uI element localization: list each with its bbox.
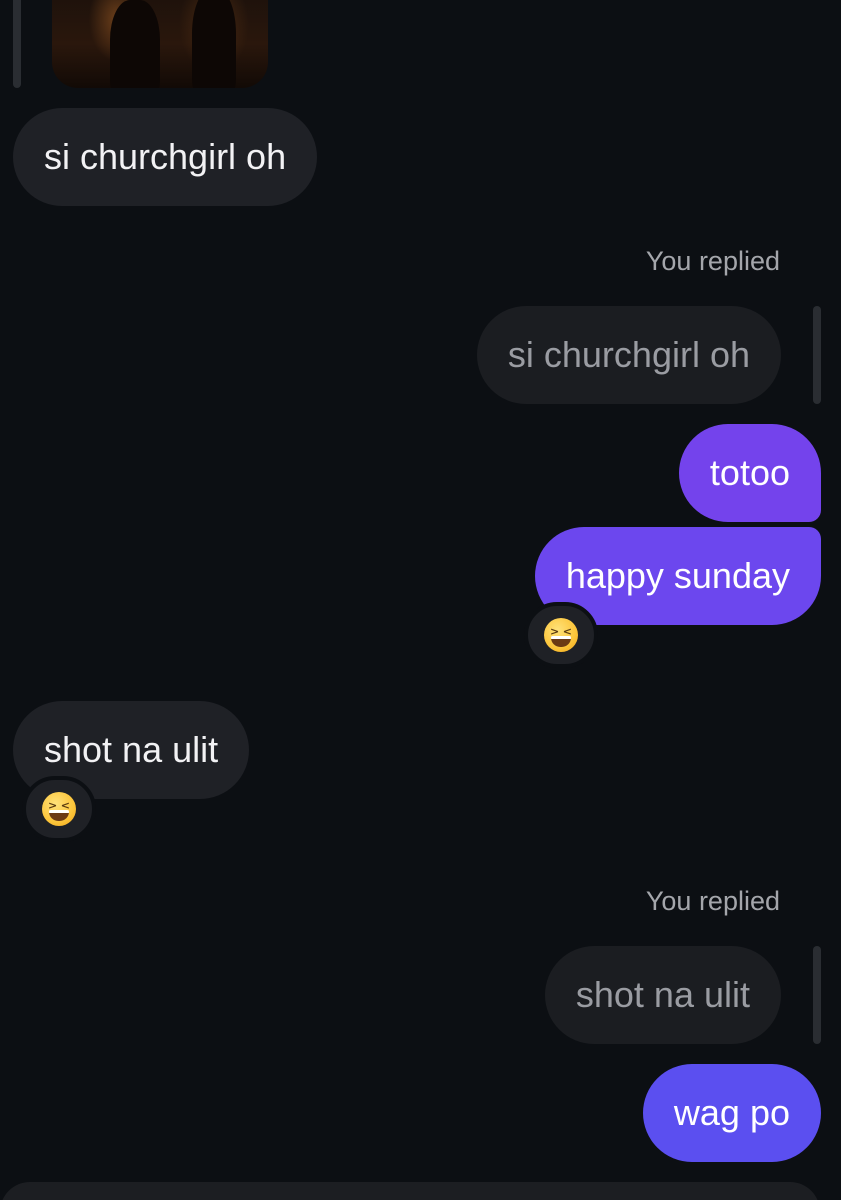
message-text: wag po — [673, 1092, 790, 1133]
message-composer[interactable] — [0, 1182, 820, 1200]
incoming-message[interactable]: si churchgirl oh — [13, 108, 318, 206]
reply-indicator-bar — [813, 946, 821, 1044]
quoted-text: shot na ulit — [575, 974, 750, 1015]
message-reaction[interactable]: > < — [22, 776, 96, 842]
reply-thread-bar — [13, 0, 21, 88]
message-text: shot na ulit — [44, 729, 219, 770]
outgoing-message[interactable]: totoo — [678, 424, 821, 522]
message-reaction[interactable]: > < — [524, 602, 598, 668]
quoted-message[interactable]: shot na ulit — [544, 946, 781, 1044]
message-text: happy sunday — [565, 555, 790, 596]
image-attachment[interactable] — [52, 0, 268, 88]
you-replied-label: You replied — [645, 886, 780, 916]
you-replied-label: You replied — [645, 246, 780, 276]
laughing-squinting-face-emoji-icon: > < — [42, 792, 76, 826]
quoted-text: si churchgirl oh — [507, 334, 750, 375]
outgoing-message[interactable]: wag po — [642, 1064, 821, 1162]
quoted-message[interactable]: si churchgirl oh — [476, 306, 781, 404]
message-text: si churchgirl oh — [44, 136, 287, 177]
photo-silhouette — [110, 0, 160, 88]
photo-silhouette — [192, 0, 236, 88]
message-text: totoo — [709, 452, 790, 493]
chat-thread: si churchgirl oh You replied si churchgi… — [0, 0, 841, 1200]
laughing-squinting-face-emoji-icon: > < — [544, 618, 578, 652]
reply-indicator-bar — [813, 306, 821, 404]
